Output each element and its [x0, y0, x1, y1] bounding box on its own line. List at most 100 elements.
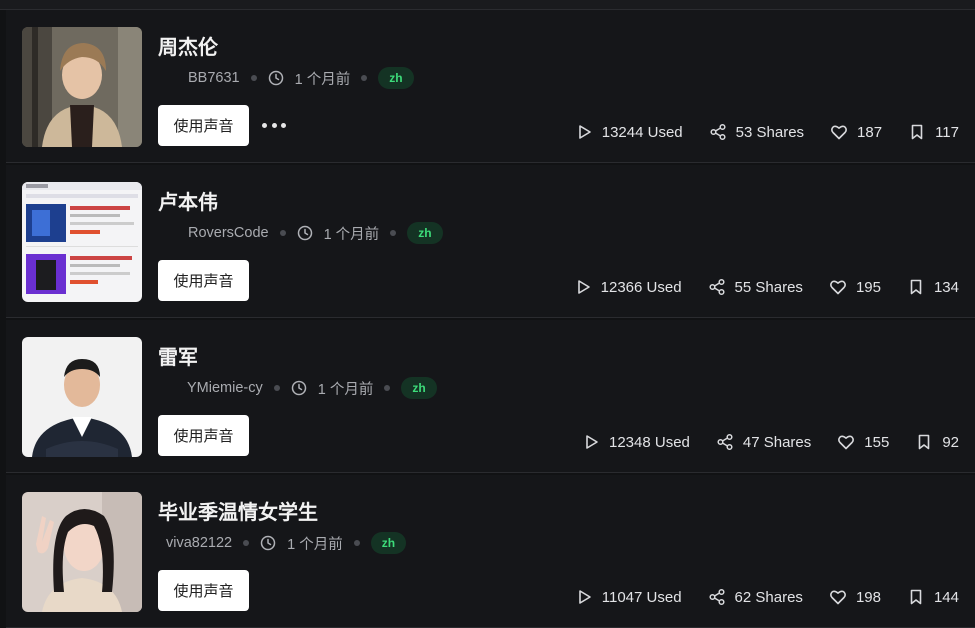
publish-time: 1 个月前: [294, 71, 351, 88]
language-badge: zh: [370, 532, 407, 554]
play-icon: [575, 588, 593, 606]
language-badge: zh: [407, 222, 443, 244]
separator-dot: [361, 75, 368, 81]
share-count[interactable]: 47 Shares: [716, 433, 811, 451]
bookmark-count-label: 134: [933, 278, 959, 296]
like-count[interactable]: 155: [837, 433, 889, 451]
use-voice-button[interactable]: 使用声音: [158, 570, 249, 611]
young-woman-thumbnail-image: [22, 492, 142, 612]
separator-dot: [279, 230, 286, 236]
used-count-label: 11047 Used: [601, 588, 682, 606]
play-icon: [575, 123, 593, 141]
voice-title[interactable]: 卢本伟: [158, 186, 218, 215]
like-count-label: 187: [857, 123, 883, 141]
man-in-suit-thumbnail-image: [22, 337, 142, 457]
bookmark-count-label: 144: [933, 588, 959, 606]
voice-card[interactable]: 卢本伟 RoversCode 1 个月前 zh 使用声音 12366 Used …: [6, 165, 975, 318]
publish-time: 1 个月前: [317, 381, 374, 398]
clock-icon: [268, 70, 284, 86]
bookmark-count-label: 92: [942, 433, 959, 451]
like-count[interactable]: 198: [829, 588, 881, 606]
clock-icon: [260, 535, 276, 551]
heart-icon: [829, 278, 847, 296]
author-name[interactable]: BB7631: [188, 70, 240, 86]
use-voice-button[interactable]: 使用声音: [158, 260, 249, 301]
language-badge: zh: [378, 67, 414, 89]
share-icon: [716, 433, 734, 451]
voice-stats: 12366 Used 55 Shares 195 134: [548, 276, 959, 298]
voice-thumbnail[interactable]: [22, 182, 142, 302]
voice-meta: YMiemie-cy 1 个月前 zh: [187, 376, 437, 400]
like-count[interactable]: 195: [829, 278, 881, 296]
voice-stats: 12348 Used 47 Shares 155 92: [556, 431, 959, 453]
play-icon: [574, 278, 592, 296]
voice-meta: BB7631 1 个月前 zh: [188, 66, 414, 90]
used-count: 11047 Used: [575, 588, 682, 606]
share-count-label: 62 Shares: [734, 588, 803, 606]
used-count: 12348 Used: [582, 433, 690, 451]
bookmark-icon: [915, 433, 933, 451]
more-options-icon[interactable]: [262, 116, 286, 134]
voice-thumbnail[interactable]: [22, 27, 142, 147]
bookmark-icon: [907, 588, 925, 606]
voice-thumbnail[interactable]: [22, 337, 142, 457]
voice-card[interactable]: 雷军 YMiemie-cy 1 个月前 zh 使用声音 12348 Used 4…: [6, 320, 975, 473]
voice-card[interactable]: 毕业季温情女学生 viva82122 1 个月前 zh 使用声音 11047 U…: [6, 475, 975, 628]
language-badge: zh: [401, 377, 437, 399]
like-count[interactable]: 187: [830, 123, 882, 141]
separator-dot: [243, 540, 250, 546]
share-count[interactable]: 55 Shares: [708, 278, 803, 296]
portrait-thumbnail-image: [22, 27, 142, 147]
heart-icon: [830, 123, 848, 141]
share-icon: [709, 123, 727, 141]
voice-stats: 13244 Used 53 Shares 187 117: [549, 121, 959, 143]
share-count[interactable]: 62 Shares: [708, 588, 803, 606]
previous-card-edge: [0, 0, 975, 10]
bookmark-count[interactable]: 117: [908, 123, 959, 141]
use-voice-button[interactable]: 使用声音: [158, 415, 249, 456]
share-icon: [708, 588, 726, 606]
publish-time: 1 个月前: [323, 226, 380, 243]
voice-card[interactable]: 周杰伦 BB7631 1 个月前 zh 使用声音 13244 Used 53 S…: [6, 10, 975, 163]
share-count-label: 55 Shares: [734, 278, 803, 296]
heart-icon: [829, 588, 847, 606]
share-count[interactable]: 53 Shares: [709, 123, 804, 141]
like-count-label: 155: [864, 433, 890, 451]
voice-thumbnail[interactable]: [22, 492, 142, 612]
bookmark-count-label: 117: [935, 123, 959, 141]
used-count-label: 12348 Used: [608, 433, 690, 451]
use-voice-button[interactable]: 使用声音: [158, 105, 249, 146]
voice-title[interactable]: 周杰伦: [158, 31, 218, 60]
play-icon: [582, 433, 600, 451]
separator-dot: [353, 540, 360, 546]
separator-dot: [384, 385, 391, 391]
used-count: 12366 Used: [574, 278, 682, 296]
separator-dot: [250, 75, 257, 81]
clock-icon: [297, 225, 313, 241]
bookmark-count[interactable]: 134: [907, 278, 959, 296]
product-listing-thumbnail-image: [22, 182, 142, 302]
author-name[interactable]: viva82122: [166, 535, 232, 551]
voice-title[interactable]: 毕业季温情女学生: [158, 496, 318, 525]
voice-title[interactable]: 雷军: [158, 341, 198, 370]
bookmark-count[interactable]: 144: [907, 588, 959, 606]
publish-time: 1 个月前: [287, 536, 343, 553]
voice-meta: viva82122 1 个月前 zh: [166, 531, 407, 555]
used-count-label: 13244 Used: [601, 123, 683, 141]
like-count-label: 198: [855, 588, 881, 606]
used-count: 13244 Used: [575, 123, 683, 141]
clock-icon: [291, 380, 307, 396]
voice-stats: 11047 Used 62 Shares 198 144: [549, 586, 959, 608]
bookmark-icon: [907, 278, 925, 296]
like-count-label: 195: [855, 278, 881, 296]
share-count-label: 53 Shares: [735, 123, 805, 141]
used-count-label: 12366 Used: [600, 278, 682, 296]
bookmark-icon: [908, 123, 926, 141]
share-count-label: 47 Shares: [742, 433, 812, 451]
bookmark-count[interactable]: 92: [915, 433, 959, 451]
separator-dot: [390, 230, 397, 236]
separator-dot: [273, 385, 280, 391]
author-name[interactable]: RoversCode: [188, 225, 269, 241]
voice-meta: RoversCode 1 个月前 zh: [188, 221, 443, 245]
author-name[interactable]: YMiemie-cy: [187, 380, 263, 396]
